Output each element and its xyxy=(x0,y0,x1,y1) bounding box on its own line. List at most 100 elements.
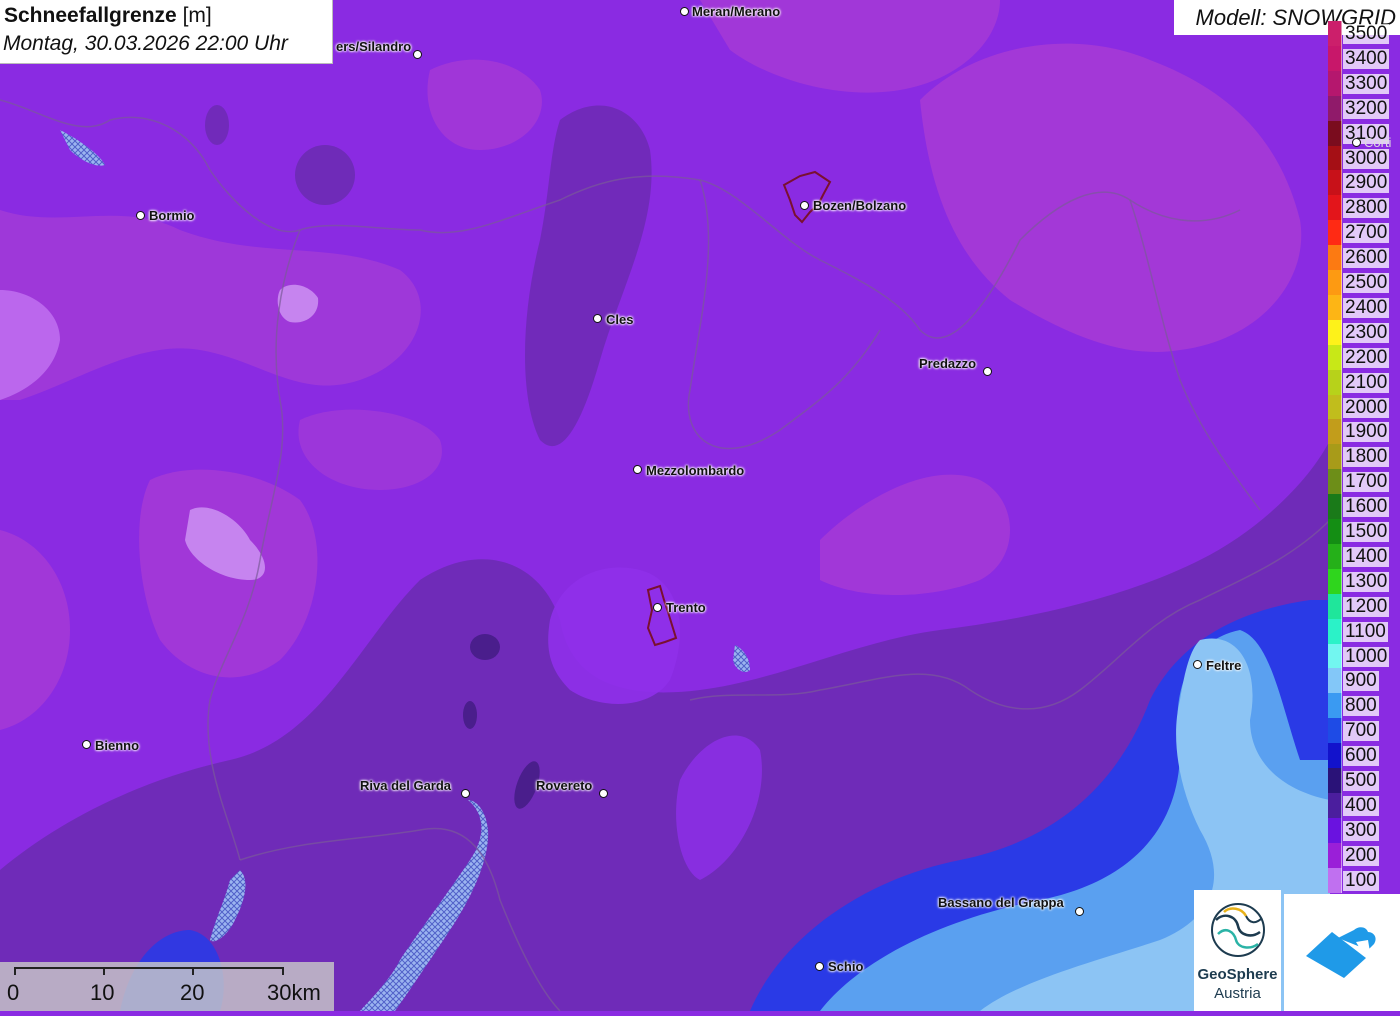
snowfall-limit-map[interactable] xyxy=(0,0,1400,1011)
legend-swatch xyxy=(1328,519,1342,544)
legend-label: 800 xyxy=(1343,695,1379,716)
city-marker xyxy=(680,7,689,16)
legend-swatch xyxy=(1328,818,1342,843)
legend-item-500: 500 xyxy=(1328,768,1400,793)
legend-item-3200: 3200 xyxy=(1328,96,1400,121)
legend-item-2400: 2400 xyxy=(1328,295,1400,320)
scale-label-20: 20 xyxy=(180,980,205,1005)
city-label: Rovereto xyxy=(536,778,593,793)
city-label: Predazzo xyxy=(919,356,977,371)
legend-item-2000: 2000 xyxy=(1328,395,1400,420)
legend-label: 1700 xyxy=(1343,471,1390,492)
legend-swatch xyxy=(1328,569,1342,594)
geosphere-austria-logo[interactable]: GeoSphere Austria xyxy=(1194,890,1281,1011)
legend-item-1900: 1900 xyxy=(1328,419,1400,444)
city-marker xyxy=(82,740,91,749)
scale-tick xyxy=(103,967,105,975)
legend-item-2900: 2900 xyxy=(1328,170,1400,195)
legend-label: 1100 xyxy=(1343,621,1388,642)
legend-label: 900 xyxy=(1343,670,1379,691)
legend-label: 300 xyxy=(1343,820,1379,841)
legend-item-1500: 1500 xyxy=(1328,519,1400,544)
legend-swatch xyxy=(1328,594,1342,619)
legend-item-1000: 1000 xyxy=(1328,644,1400,669)
city-marker xyxy=(136,211,145,220)
legend-item-100: 100 xyxy=(1328,868,1400,893)
geosphere-logo-icon xyxy=(1211,903,1265,957)
legend-item-2700: 2700 xyxy=(1328,220,1400,245)
city-marker xyxy=(800,201,809,210)
legend-label: 2200 xyxy=(1343,347,1390,368)
legend-swatch xyxy=(1328,96,1342,121)
map-datetime: Montag, 30.03.2026 22:00 Uhr xyxy=(3,32,288,55)
city-marker xyxy=(1075,907,1084,916)
legend-item-1300: 1300 xyxy=(1328,569,1400,594)
snowgrid-logo[interactable] xyxy=(1284,894,1400,1011)
legend-label: 1200 xyxy=(1343,596,1390,617)
city-marker xyxy=(653,603,662,612)
legend-swatch xyxy=(1328,220,1342,245)
legend-label: 3300 xyxy=(1343,73,1390,94)
legend-label: 3200 xyxy=(1343,98,1390,119)
legend-label: 2100 xyxy=(1343,372,1390,393)
scale-tick xyxy=(282,967,284,975)
legend-swatch xyxy=(1328,668,1342,693)
city-label: Trento xyxy=(666,600,706,615)
legend-swatch xyxy=(1328,195,1342,220)
legend-swatch xyxy=(1328,544,1342,569)
legend-label: 500 xyxy=(1343,770,1379,791)
legend-label: 600 xyxy=(1343,745,1379,766)
legend-item-2300: 2300 xyxy=(1328,320,1400,345)
city-marker xyxy=(413,50,422,59)
legend-item-2200: 2200 xyxy=(1328,345,1400,370)
scale-tick xyxy=(192,967,194,975)
legend-item-3400: 3400 xyxy=(1328,46,1400,71)
city-label: Mezzolombardo xyxy=(646,463,745,478)
legend-label: 1900 xyxy=(1343,421,1390,442)
legend-swatch xyxy=(1328,843,1342,868)
legend-swatch xyxy=(1328,370,1342,395)
city-label: ers/Silandro xyxy=(336,39,412,54)
city-label: Bassano del Grappa xyxy=(938,895,1064,910)
city-label: Riva del Garda xyxy=(360,778,452,793)
legend-item-300: 300 xyxy=(1328,818,1400,843)
geosphere-logo-line2: Austria xyxy=(1214,985,1261,1002)
city-label: Bormio xyxy=(149,208,195,223)
legend-label: 200 xyxy=(1343,845,1379,866)
legend-label: 2900 xyxy=(1343,172,1390,193)
scale-line xyxy=(14,967,284,969)
legend-item-2100: 2100 xyxy=(1328,370,1400,395)
map-title-box: Schneefallgrenze [m] Montag, 30.03.2026 … xyxy=(0,0,333,64)
legend-item-800: 800 xyxy=(1328,693,1400,718)
legend-swatch xyxy=(1328,718,1342,743)
legend-swatch xyxy=(1328,295,1342,320)
snowgrid-logo-icon xyxy=(1306,927,1376,978)
map-title: Schneefallgrenze [m] xyxy=(4,4,212,28)
legend-label: 700 xyxy=(1343,720,1379,741)
legend-swatch xyxy=(1328,793,1342,818)
legend-swatch xyxy=(1328,395,1342,420)
legend-item-1400: 1400 xyxy=(1328,544,1400,569)
legend-label: 400 xyxy=(1343,795,1379,816)
legend-swatch xyxy=(1328,320,1342,345)
scale-bar: 0 10 20 30km xyxy=(0,962,334,1011)
legend-label: 2400 xyxy=(1343,297,1390,318)
legend-item-2800: 2800 xyxy=(1328,195,1400,220)
legend-swatch xyxy=(1328,46,1342,71)
legend-label: 2600 xyxy=(1343,247,1390,268)
city-label: Bozen/Bolzano xyxy=(813,198,907,213)
legend-label: 1600 xyxy=(1343,496,1390,517)
city-marker xyxy=(599,789,608,798)
legend-swatch xyxy=(1328,619,1342,644)
legend-swatch xyxy=(1328,170,1342,195)
city-label: Schio xyxy=(828,959,864,974)
city-marker xyxy=(593,314,602,323)
legend-item-3300: 3300 xyxy=(1328,71,1400,96)
legend-label: 2800 xyxy=(1343,197,1390,218)
legend-swatch xyxy=(1328,21,1342,46)
legend-label: 1300 xyxy=(1343,571,1390,592)
legend-item-900: 900 xyxy=(1328,668,1400,693)
legend-item-2500: 2500 xyxy=(1328,270,1400,295)
legend-item-1700: 1700 xyxy=(1328,469,1400,494)
map-title-text: Schneefallgrenze xyxy=(4,4,177,27)
